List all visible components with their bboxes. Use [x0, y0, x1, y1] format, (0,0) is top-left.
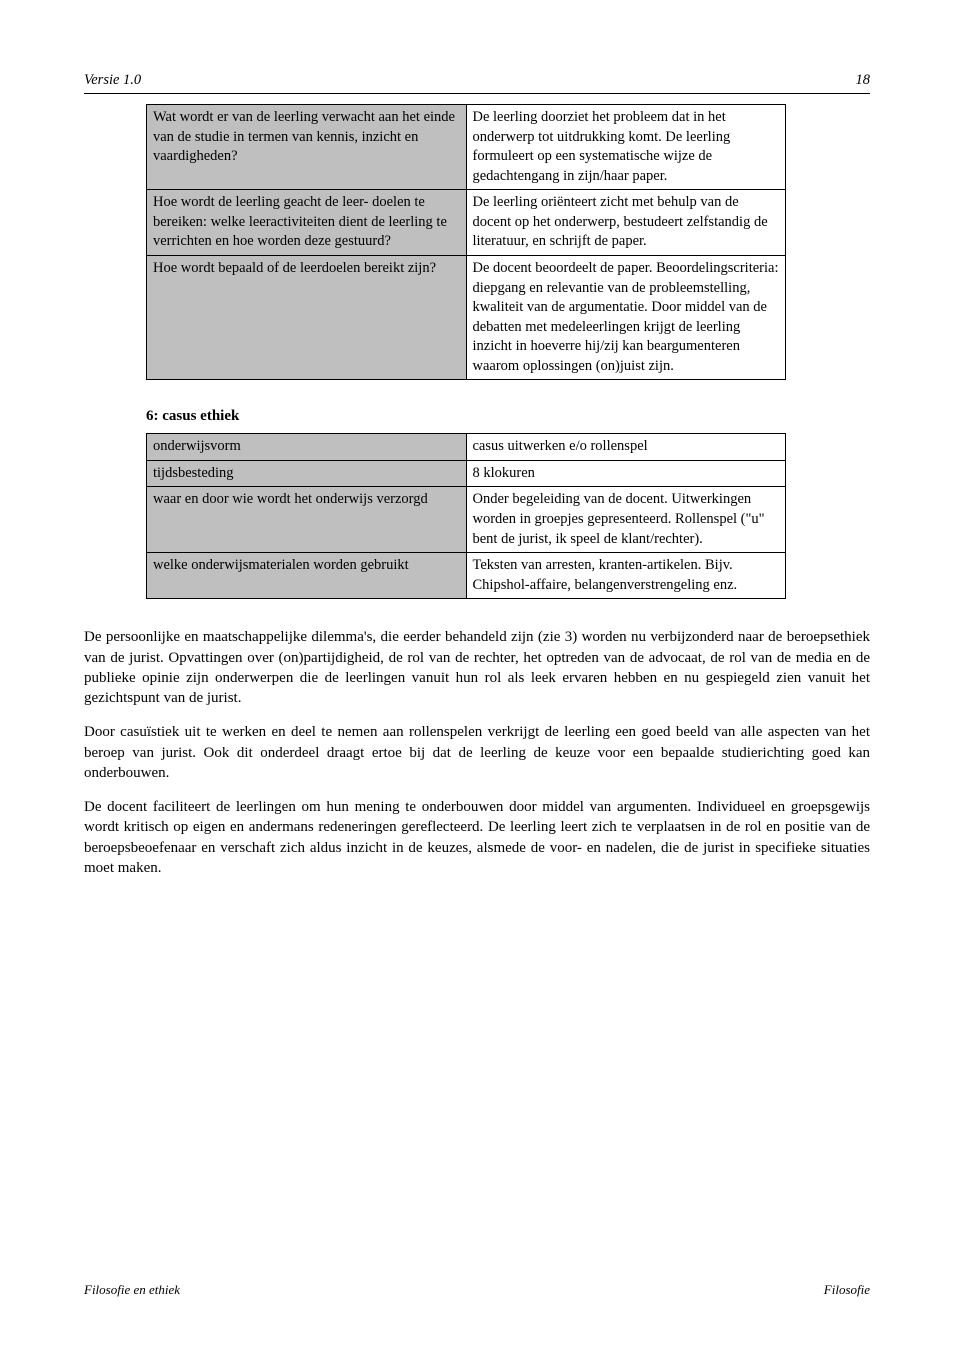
- paragraph: De docent faciliteert de leerlingen om h…: [84, 797, 870, 878]
- cell-label: Hoe wordt de leerling geacht de leer- do…: [147, 190, 467, 256]
- paragraph: De persoonlijke en maatschappelijke dile…: [84, 627, 870, 708]
- table-row: onderwijsvorm casus uitwerken e/o rollen…: [147, 434, 786, 461]
- cell-label: Hoe wordt bepaald of de leerdoelen berei…: [147, 255, 467, 379]
- table-row: tijdsbesteding 8 klokuren: [147, 460, 786, 487]
- table-row: Wat wordt er van de leerling verwacht aa…: [147, 105, 786, 190]
- footer-right: Filosofie: [824, 1282, 870, 1298]
- cell-label: tijdsbesteding: [147, 460, 467, 487]
- cell-label: waar en door wie wordt het onderwijs ver…: [147, 487, 467, 553]
- cell-value: De leerling doorziet het probleem dat in…: [466, 105, 786, 190]
- footer-left: Filosofie en ethiek: [84, 1282, 180, 1298]
- header-right: 18: [856, 72, 871, 89]
- table-row: waar en door wie wordt het onderwijs ver…: [147, 487, 786, 553]
- section-title: 6: casus ethiek: [146, 408, 870, 425]
- cell-value: Onder begeleiding van de docent. Uitwerk…: [466, 487, 786, 553]
- cell-value: casus uitwerken e/o rollenspel: [466, 434, 786, 461]
- cell-label: onderwijsvorm: [147, 434, 467, 461]
- paragraph: Door casuïstiek uit te werken en deel te…: [84, 722, 870, 783]
- page-footer: Filosofie en ethiek Filosofie: [84, 1282, 870, 1298]
- table-learning-goals: Wat wordt er van de leerling verwacht aa…: [146, 104, 786, 380]
- cell-label: welke onderwijsmaterialen worden gebruik…: [147, 553, 467, 599]
- page-header: Versie 1.0 18: [84, 72, 870, 94]
- cell-value: Teksten van arresten, kranten-artikelen.…: [466, 553, 786, 599]
- cell-value: 8 klokuren: [466, 460, 786, 487]
- cell-label: Wat wordt er van de leerling verwacht aa…: [147, 105, 467, 190]
- body-text: De persoonlijke en maatschappelijke dile…: [84, 627, 870, 878]
- table-casus-ethiek: onderwijsvorm casus uitwerken e/o rollen…: [146, 433, 786, 599]
- cell-value: De leerling oriënteert zicht met behulp …: [466, 190, 786, 256]
- table-row: Hoe wordt bepaald of de leerdoelen berei…: [147, 255, 786, 379]
- header-left: Versie 1.0: [84, 72, 141, 89]
- cell-value: De docent beoordeelt de paper. Beoordeli…: [466, 255, 786, 379]
- table-row: welke onderwijsmaterialen worden gebruik…: [147, 553, 786, 599]
- table-row: Hoe wordt de leerling geacht de leer- do…: [147, 190, 786, 256]
